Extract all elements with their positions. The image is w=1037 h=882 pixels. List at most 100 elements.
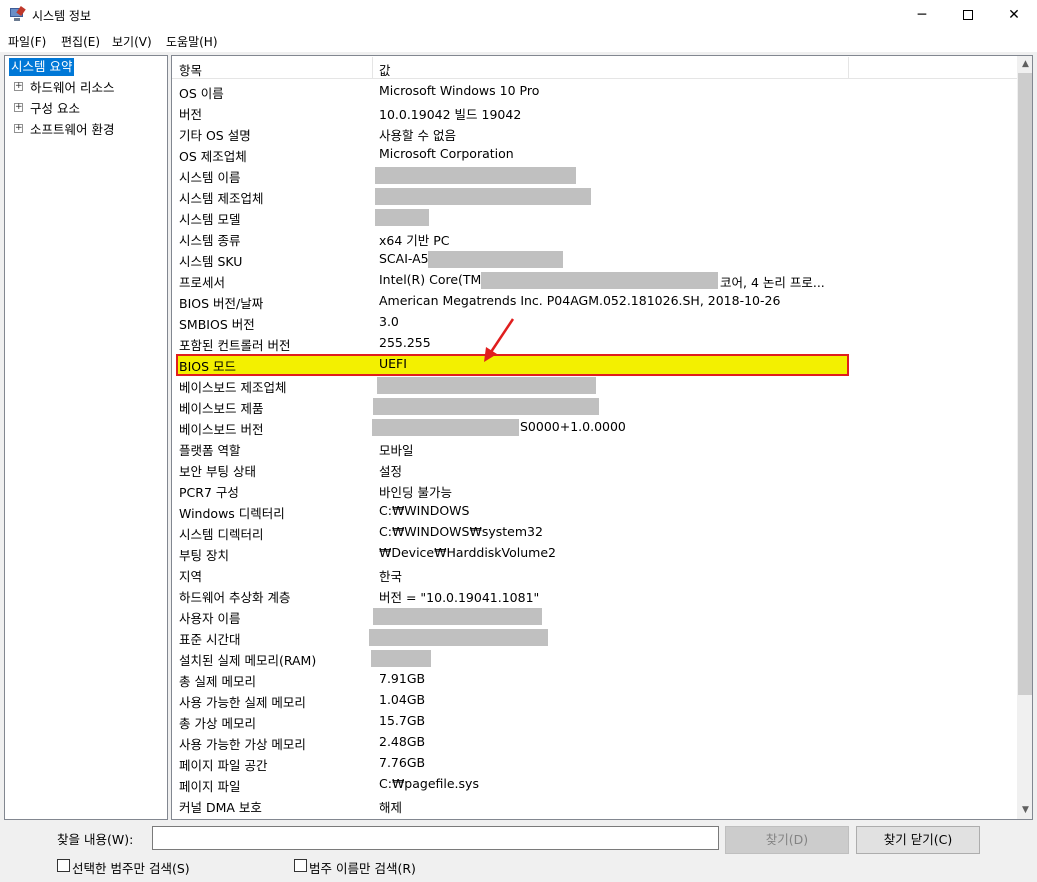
table-row[interactable]: 부팅 장치 ₩Device₩HarddiskVolume2 [172, 543, 1017, 564]
row-item-value: 15.7GB [379, 713, 426, 728]
find-input[interactable] [152, 826, 719, 850]
list-rows: OS 이름 Microsoft Windows 10 Pro 버전 10.0.1904… [172, 81, 1017, 816]
find-button[interactable]: 찾기(D) [725, 826, 849, 854]
row-item-name: 베이스보드 제품 [179, 401, 264, 416]
table-row[interactable]: 포함된 컨트롤러 버전 255.255 [172, 333, 1017, 354]
checkbox-icon[interactable] [57, 859, 70, 872]
menu-file[interactable]: 파일(F) [8, 33, 46, 50]
category-tree[interactable]: 시스템 요약 + 하드웨어 리소스 + 구성 요소 + 소프트웨어 환경 [4, 55, 168, 820]
minimize-button[interactable]: ─ [899, 0, 945, 30]
close-button[interactable]: ✕ [991, 0, 1037, 30]
row-item-name: 표준 시간대 [179, 632, 241, 647]
redacted-value [428, 251, 563, 268]
list-header: 항목 값 [172, 56, 1017, 79]
row-item-name: 지역 [179, 569, 203, 584]
expand-icon[interactable]: + [14, 124, 23, 133]
row-item-value: 3.0 [379, 314, 399, 329]
table-row[interactable]: Windows 디렉터리 C:₩WINDOWS [172, 501, 1017, 522]
tree-item-hardware-resources[interactable]: 하드웨어 리소스 [30, 77, 114, 96]
details-list[interactable]: 항목 값 OS 이름 Microsoft Windows 10 Pro 버전 10.0… [171, 55, 1033, 820]
table-row[interactable]: 사용 가능한 실제 메모리 1.04GB [172, 690, 1017, 711]
table-row-highlighted[interactable]: BIOS 모드 UEFI [172, 354, 1017, 376]
checkbox-label: 범주 이름만 검색(R) [309, 861, 416, 876]
table-row[interactable]: PCR7 구성 바인딩 불가능 [172, 480, 1017, 501]
redacted-value [369, 629, 548, 646]
tree-item-software-environment[interactable]: 소프트웨어 환경 [30, 119, 114, 138]
close-find-button[interactable]: 찾기 닫기(C) [856, 826, 980, 854]
row-item-name: 시스템 모델 [179, 212, 241, 227]
column-divider[interactable] [372, 57, 373, 78]
redacted-value [373, 398, 599, 415]
table-row[interactable]: 플랫폼 역할 모바일 [172, 438, 1017, 459]
row-item-name: 프로세서 [179, 275, 226, 290]
table-row[interactable]: 베이스보드 버전 S0000+1.0.0000 [172, 417, 1017, 438]
row-item-name: 버전 [179, 107, 203, 122]
table-row[interactable]: SMBIOS 버전 3.0 [172, 312, 1017, 333]
row-item-value: C:₩WINDOWS [379, 503, 470, 518]
maximize-button[interactable] [945, 0, 991, 30]
expand-icon[interactable]: + [14, 103, 23, 112]
table-row[interactable]: 시스템 디렉터리 C:₩WINDOWS₩system32 [172, 522, 1017, 543]
row-item-name: 페이지 파일 [179, 779, 241, 794]
table-row[interactable]: 페이지 파일 공간 7.76GB [172, 753, 1017, 774]
table-row[interactable]: 버전 10.0.19042 빌드 19042 [172, 102, 1017, 123]
table-row[interactable]: 프로세서 Intel(R) Core(TM) 코어, 4 논리 프로... [172, 270, 1017, 291]
table-row[interactable]: 시스템 제조업체 [172, 186, 1017, 207]
table-row[interactable]: 기타 OS 설명 사용할 수 없음 [172, 123, 1017, 144]
table-row[interactable]: 보안 부팅 상태 설정 [172, 459, 1017, 480]
row-item-name: 사용 가능한 실제 메모리 [179, 695, 306, 710]
expand-icon[interactable]: + [14, 82, 23, 91]
column-divider[interactable] [848, 57, 849, 78]
row-item-value-suffix: S0000+1.0.0000 [520, 419, 626, 434]
row-item-name: 시스템 제조업체 [179, 191, 264, 206]
row-item-value: 사용할 수 없음 [379, 128, 456, 143]
column-header-value[interactable]: 값 [379, 60, 391, 79]
table-row[interactable]: 시스템 종류 x64 기반 PC [172, 228, 1017, 249]
table-row[interactable]: 총 실제 메모리 7.91GB [172, 669, 1017, 690]
row-item-name: 포함된 컨트롤러 버전 [179, 338, 291, 353]
table-row[interactable]: 하드웨어 추상화 계층 버전 = "10.0.19041.1081" [172, 585, 1017, 606]
table-row[interactable]: BIOS 버전/날짜 American Megatrends Inc. P04AG… [172, 291, 1017, 312]
table-row[interactable]: OS 제조업체 Microsoft Corporation [172, 144, 1017, 165]
vertical-scrollbar[interactable]: ▲ ▼ [1017, 56, 1032, 819]
row-item-name: OS 제조업체 [179, 149, 247, 164]
table-row[interactable]: 베이스보드 제품 [172, 396, 1017, 417]
row-item-name: 사용자 이름 [179, 611, 241, 626]
menu-help[interactable]: 도움말(H) [166, 33, 218, 50]
row-item-name: 플랫폼 역할 [179, 443, 241, 458]
scroll-up-icon[interactable]: ▲ [1017, 56, 1032, 73]
row-item-value: ₩Device₩HarddiskVolume2 [379, 545, 556, 560]
row-item-value: 1.04GB [379, 692, 426, 707]
menu-view[interactable]: 보기(V) [112, 33, 152, 50]
scroll-thumb[interactable] [1018, 73, 1032, 695]
row-item-value: Intel(R) Core(TM) [379, 272, 487, 287]
table-row[interactable]: 페이지 파일 C:₩pagefile.sys [172, 774, 1017, 795]
column-header-item[interactable]: 항목 [179, 60, 202, 79]
menu-edit[interactable]: 편집(E) [61, 33, 100, 50]
table-row[interactable]: 표준 시간대 [172, 627, 1017, 648]
table-row[interactable]: 시스템 SKU SCAI-A5 [172, 249, 1017, 270]
table-row[interactable]: OS 이름 Microsoft Windows 10 Pro [172, 81, 1017, 102]
tree-item-system-summary[interactable]: 시스템 요약 [9, 58, 75, 76]
row-item-value: C:₩pagefile.sys [379, 776, 479, 791]
row-item-name: OS 이름 [179, 86, 224, 101]
table-row[interactable]: 시스템 모델 [172, 207, 1017, 228]
scroll-down-icon[interactable]: ▼ [1017, 802, 1032, 819]
tree-item-components[interactable]: 구성 요소 [30, 98, 80, 117]
table-row[interactable]: 시스템 이름 [172, 165, 1017, 186]
table-row[interactable]: 설치된 실제 메모리(RAM) [172, 648, 1017, 669]
row-item-name: PCR7 구성 [179, 485, 239, 500]
table-row[interactable]: 총 가상 메모리 15.7GB [172, 711, 1017, 732]
checkbox-icon[interactable] [294, 859, 307, 872]
table-row[interactable]: 사용자 이름 [172, 606, 1017, 627]
table-row[interactable]: 지역 한국 [172, 564, 1017, 585]
find-label: 찾을 내용(W): [57, 832, 134, 847]
redacted-value [377, 377, 596, 394]
row-item-value: 해제 [379, 800, 403, 815]
redacted-value [375, 188, 591, 205]
table-row[interactable]: 베이스보드 제조업체 [172, 375, 1017, 396]
redacted-value [375, 167, 576, 184]
row-item-name: 보안 부팅 상태 [179, 464, 256, 479]
table-row[interactable]: 사용 가능한 가상 메모리 2.48GB [172, 732, 1017, 753]
table-row[interactable]: 커널 DMA 보호 해제 [172, 795, 1017, 816]
